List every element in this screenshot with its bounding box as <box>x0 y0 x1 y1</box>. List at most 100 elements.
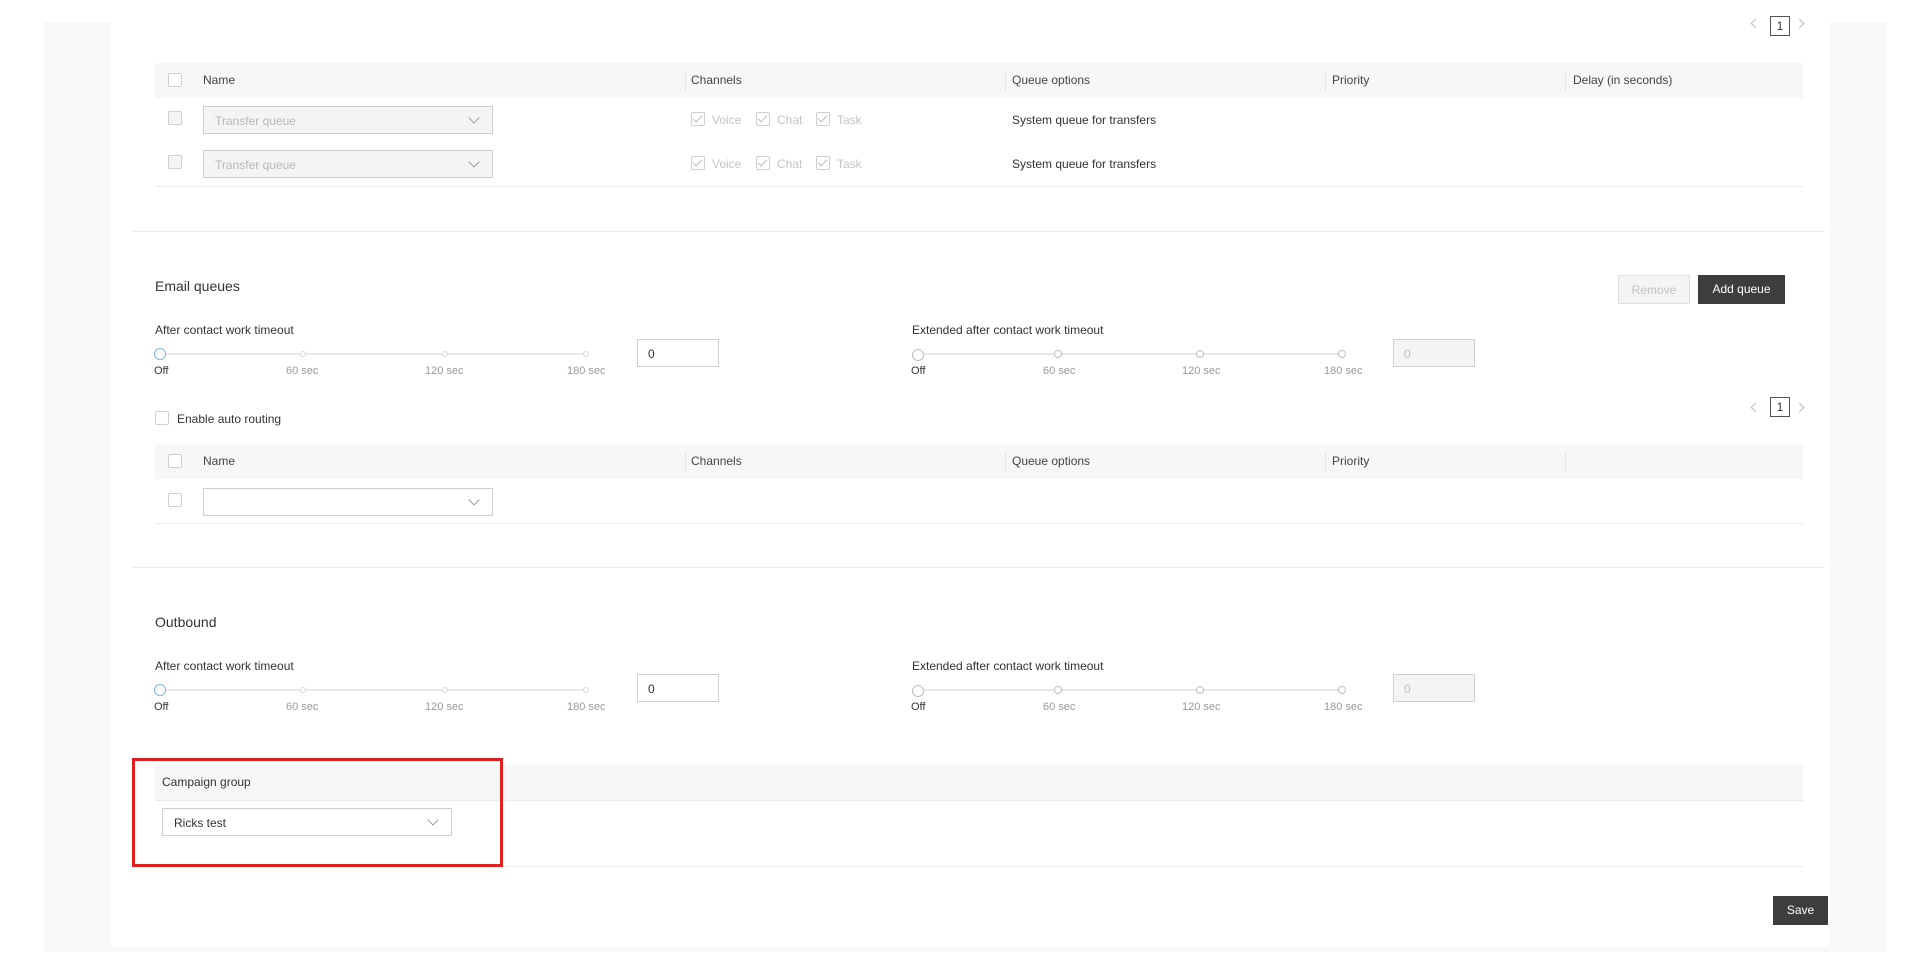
slider-mark <box>442 687 448 693</box>
row-checkbox[interactable] <box>168 111 182 125</box>
tick-60: 60 sec <box>286 701 319 713</box>
col-channels: Channels <box>691 454 742 468</box>
task-checkbox[interactable] <box>816 156 830 170</box>
ext-acw-timeout-label: Extended after contact work timeout <box>912 659 1104 673</box>
tick-120: 120 sec <box>1182 701 1221 713</box>
col-divider <box>1565 71 1566 91</box>
tick-60: 60 sec <box>1043 701 1076 713</box>
ext-acw-timeout-value: 0 <box>1404 347 1411 361</box>
chevron-down-icon <box>468 494 480 506</box>
acw-timeout-input[interactable]: 0 <box>637 674 719 702</box>
col-name: Name <box>203 454 236 468</box>
transfer-table-header: Name Channels Queue options Priority Del… <box>155 63 1803 99</box>
chat-label: Chat <box>777 157 803 171</box>
pager-next-icon[interactable] <box>1794 402 1805 413</box>
col-priority: Priority <box>1332 454 1370 468</box>
pager-prev-icon[interactable] <box>1750 402 1761 413</box>
acw-slider-track[interactable] <box>160 689 585 691</box>
pager-page-current[interactable]: 1 <box>1770 16 1790 36</box>
acw-slider-handle[interactable] <box>154 684 166 696</box>
chat-checkbox[interactable] <box>756 156 770 170</box>
col-delay: Delay (in seconds) <box>1573 73 1673 87</box>
col-queue-options: Queue options <box>1012 454 1091 468</box>
acw-slider-track[interactable] <box>160 353 585 355</box>
email-table-header: Name Channels Queue options Priority <box>155 444 1803 480</box>
col-divider <box>1325 452 1326 472</box>
add-queue-button[interactable]: Add queue <box>1698 275 1785 304</box>
col-divider <box>685 71 686 91</box>
select-all-checkbox[interactable] <box>168 73 182 87</box>
slider-mark <box>1338 686 1346 694</box>
queue-options-value: System queue for transfers <box>1012 157 1157 171</box>
task-label: Task <box>837 113 862 127</box>
col-divider <box>1005 452 1006 472</box>
acw-timeout-label: After contact work timeout <box>155 323 294 337</box>
ext-acw-timeout-input[interactable]: 0 <box>1393 674 1475 702</box>
slider-mark <box>1338 350 1346 358</box>
acw-slider-handle[interactable] <box>154 348 166 360</box>
ext-acw-timeout-label: Extended after contact work timeout <box>912 323 1104 337</box>
ext-acw-slider-track[interactable] <box>917 689 1342 691</box>
acw-timeout-input[interactable]: 0 <box>637 339 719 367</box>
slider-mark <box>442 351 448 357</box>
ext-acw-slider-handle[interactable] <box>912 349 924 361</box>
email-pager: 1 <box>1748 396 1808 418</box>
pager-next-icon[interactable] <box>1794 18 1805 29</box>
voice-checkbox[interactable] <box>691 112 705 126</box>
highlight-box <box>132 758 503 867</box>
queue-select[interactable]: Transfer queue <box>203 150 493 178</box>
tick-120: 120 sec <box>425 701 464 713</box>
tick-180: 180 sec <box>1324 365 1363 377</box>
queue-options-value: System queue for transfers <box>1012 113 1157 127</box>
row-checkbox[interactable] <box>168 155 182 169</box>
email-queue-select[interactable] <box>203 488 493 516</box>
voice-label: Voice <box>712 157 742 171</box>
tick-off: Off <box>154 365 169 377</box>
voice-label: Voice <box>712 113 742 127</box>
col-divider <box>1005 71 1006 91</box>
pager-page-current[interactable]: 1 <box>1770 397 1790 417</box>
col-divider <box>1325 71 1326 91</box>
slider-mark <box>583 351 589 357</box>
table-row <box>155 479 1803 524</box>
ext-acw-slider-handle[interactable] <box>912 685 924 697</box>
task-checkbox[interactable] <box>816 112 830 126</box>
tick-180: 180 sec <box>567 701 606 713</box>
tick-120: 120 sec <box>425 365 464 377</box>
table-row: Transfer queue Voice Chat Task System qu… <box>155 98 1803 143</box>
col-name: Name <box>203 73 236 87</box>
voice-checkbox[interactable] <box>691 156 705 170</box>
slider-mark <box>300 351 306 357</box>
save-button[interactable]: Save <box>1773 896 1828 925</box>
ext-acw-timeout-input[interactable]: 0 <box>1393 339 1475 367</box>
section-divider <box>133 231 1825 232</box>
tick-180: 180 sec <box>567 365 606 377</box>
ext-acw-slider-track[interactable] <box>917 353 1342 355</box>
transfer-pager: 1 <box>1748 12 1808 36</box>
queue-select-value: Transfer queue <box>215 114 296 128</box>
queue-select[interactable]: Transfer queue <box>203 106 493 134</box>
col-priority: Priority <box>1332 73 1370 87</box>
select-all-checkbox[interactable] <box>168 454 182 468</box>
col-channels: Channels <box>691 73 742 87</box>
auto-routing-label: Enable auto routing <box>177 412 282 426</box>
slider-mark <box>1054 350 1062 358</box>
tick-60: 60 sec <box>1043 365 1076 377</box>
row-checkbox[interactable] <box>168 493 182 507</box>
acw-timeout-value: 0 <box>648 347 655 361</box>
outbound-title: Outbound <box>155 614 217 630</box>
queue-select-value: Transfer queue <box>215 158 296 172</box>
chat-checkbox[interactable] <box>756 112 770 126</box>
tick-180: 180 sec <box>1324 701 1363 713</box>
col-divider <box>1565 452 1566 472</box>
pager-prev-icon[interactable] <box>1750 18 1761 29</box>
slider-mark <box>1196 686 1204 694</box>
tick-120: 120 sec <box>1182 365 1221 377</box>
auto-routing-checkbox[interactable] <box>155 411 169 425</box>
remove-button[interactable]: Remove <box>1618 275 1690 304</box>
task-label: Task <box>837 157 862 171</box>
chevron-down-icon <box>468 156 480 168</box>
col-queue-options: Queue options <box>1012 73 1091 87</box>
table-row: Transfer queue Voice Chat Task System qu… <box>155 142 1803 187</box>
slider-mark <box>300 687 306 693</box>
